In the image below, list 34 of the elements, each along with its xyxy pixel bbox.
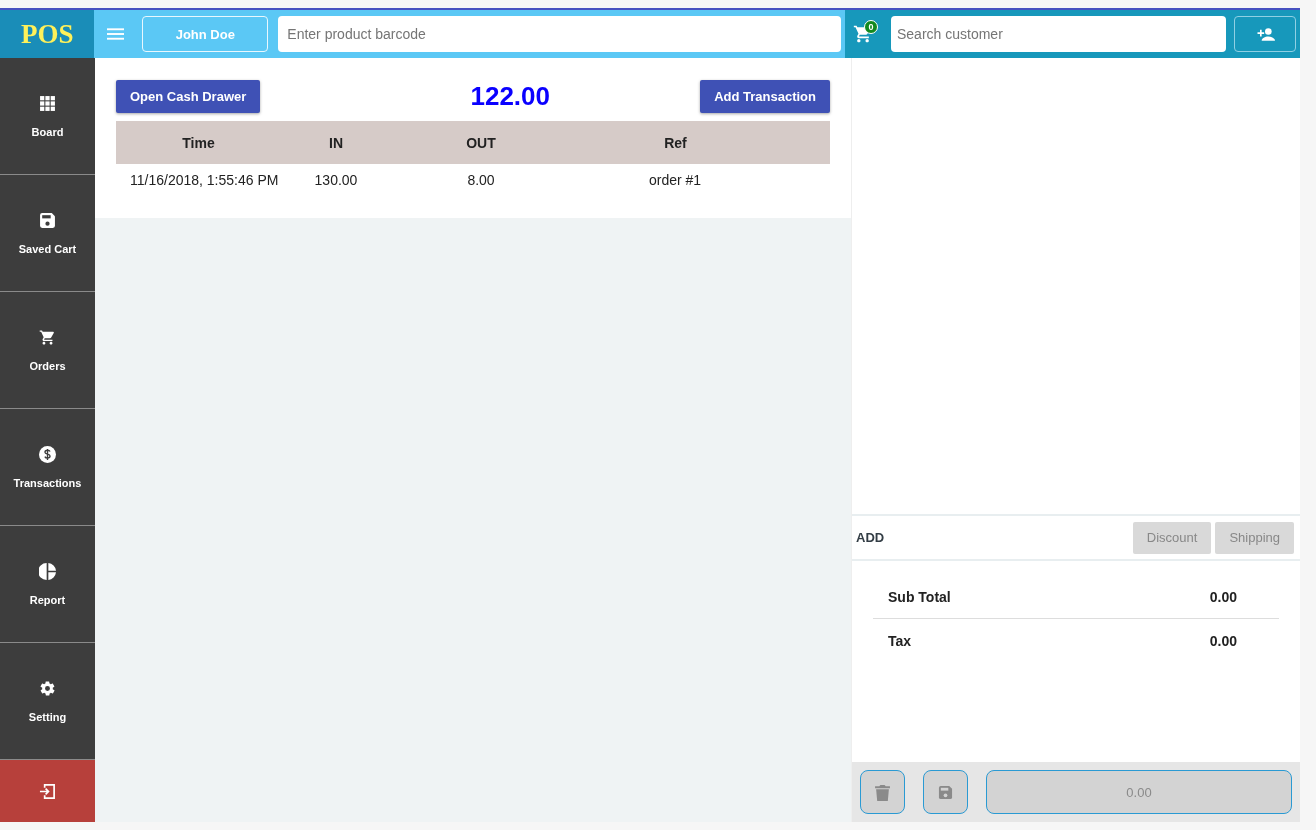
table-cell-text: 130.00 xyxy=(313,172,359,188)
save-icon xyxy=(938,783,953,801)
table-cell-text: order #1 xyxy=(648,172,703,188)
column-header: Time xyxy=(181,134,216,151)
exit-icon xyxy=(39,782,56,800)
save-icon xyxy=(39,211,56,229)
dollar-icon xyxy=(39,445,56,463)
total-value: 0.00 xyxy=(1209,632,1237,649)
column-header: IN xyxy=(328,134,344,151)
menu-icon[interactable] xyxy=(107,28,125,40)
trash-icon xyxy=(875,783,890,801)
total-value: 0.00 xyxy=(1209,588,1237,605)
table-cell-text: 8.00 xyxy=(466,172,496,188)
cash-balance: 122.00 xyxy=(470,81,550,112)
grid-icon xyxy=(39,94,56,112)
add-person-icon xyxy=(1255,27,1275,41)
table-cell-text: 11/16/2018, 1:55:46 PM xyxy=(129,172,280,188)
pie-chart-icon xyxy=(39,562,56,580)
open-cash-drawer-button[interactable]: Open Cash Drawer xyxy=(116,80,261,113)
barcode-field[interactable]: Enter product barcode xyxy=(278,16,841,52)
cart-count-badge: 0 xyxy=(864,20,878,34)
save-cart-button[interactable] xyxy=(923,770,968,814)
column-header: OUT xyxy=(465,134,497,151)
delete-button[interactable] xyxy=(860,770,905,814)
settings-icon xyxy=(39,679,56,697)
column-header: Ref xyxy=(663,134,688,151)
add-label: ADD xyxy=(856,530,885,545)
customer-search-field[interactable]: Search customer xyxy=(891,16,1226,52)
cart-icon xyxy=(39,328,56,346)
add-customer-button[interactable] xyxy=(1234,16,1296,52)
total-label: Sub Total xyxy=(888,588,951,605)
add-transaction-button[interactable]: Add Transaction xyxy=(700,80,830,113)
logo: POS xyxy=(0,10,95,58)
total-label: Tax xyxy=(888,632,912,649)
